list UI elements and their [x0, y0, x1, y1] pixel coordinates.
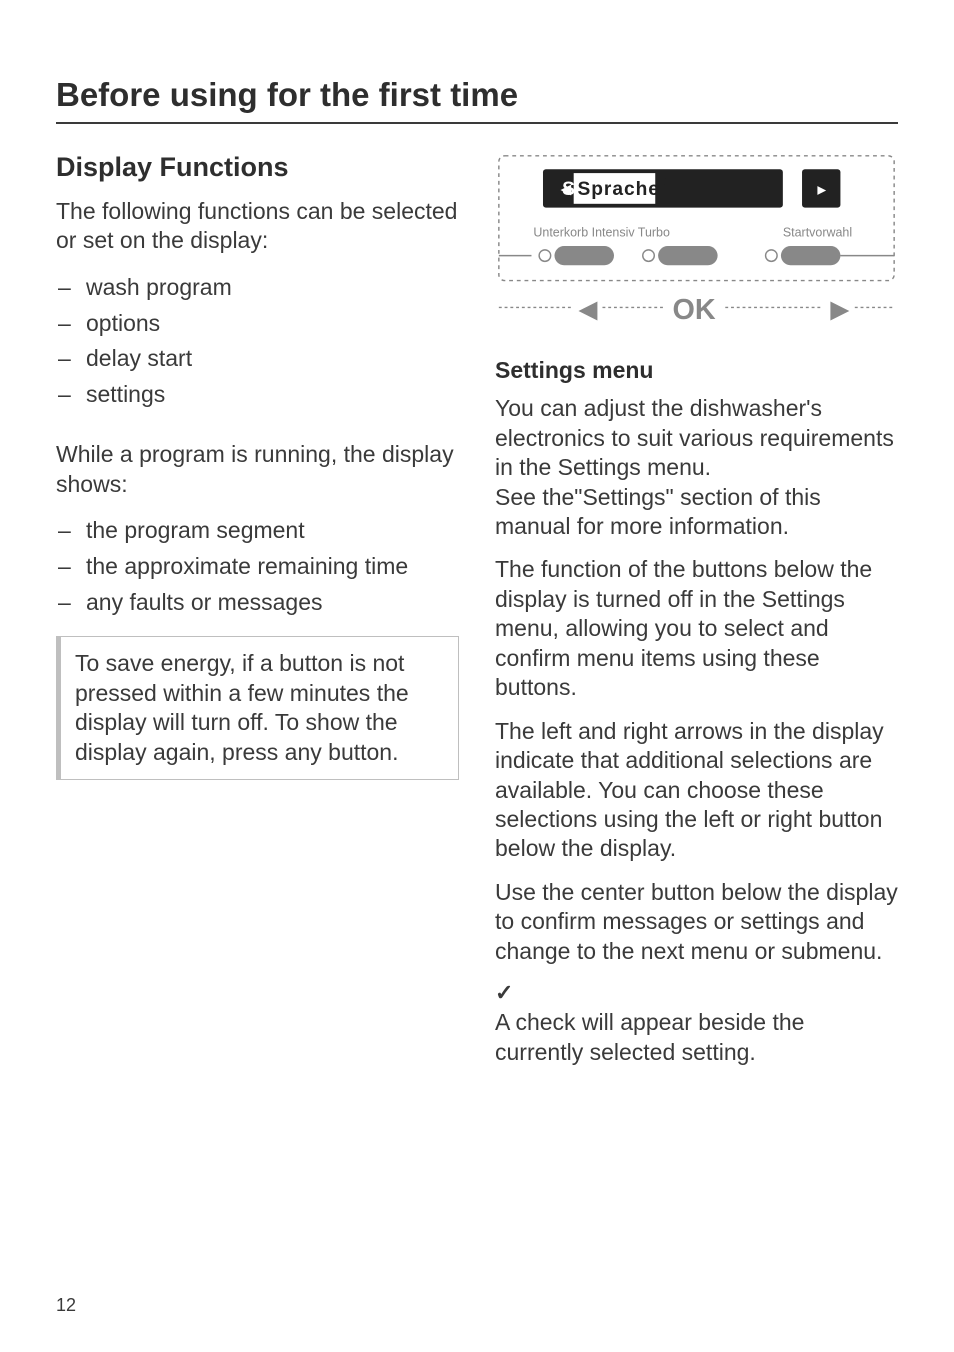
display-functions-heading: Display Functions — [56, 152, 459, 183]
page-title: Before using for the first time — [56, 76, 898, 114]
button-label-2: Startvorwahl — [783, 225, 852, 239]
running-list: the program segment the approximate rema… — [56, 513, 459, 620]
settings-para-3: The left and right arrows in the display… — [495, 717, 898, 864]
settings-para-4: Use the center button below the display … — [495, 878, 898, 966]
panel-button-left — [539, 246, 614, 265]
settings-menu-heading: Settings menu — [495, 357, 898, 384]
control-panel-illustration: ◂ S Sprache ▸ Unterkorb Intensiv Turbo S… — [495, 152, 898, 339]
list-item: the approximate remaining time — [56, 549, 459, 585]
list-item: any faults or messages — [56, 585, 459, 621]
functions-list: wash program options delay start setting… — [56, 270, 459, 413]
energy-note-box: To save energy, if a button is not press… — [56, 636, 459, 780]
settings-para-5: A check will appear beside the currently… — [495, 1008, 898, 1067]
list-item: options — [56, 306, 459, 342]
left-column: Display Functions The following function… — [56, 148, 459, 1081]
list-item: delay start — [56, 341, 459, 377]
settings-para-1: You can adjust the dishwasher's electron… — [495, 394, 898, 541]
panel-button-center — [643, 246, 718, 265]
panel-button-right — [766, 246, 841, 265]
settings-para-2: The function of the buttons below the di… — [495, 555, 898, 702]
svg-text:S: S — [562, 179, 576, 200]
list-item: settings — [56, 377, 459, 413]
energy-note-text: To save energy, if a button is not press… — [75, 649, 444, 767]
nav-right-arrow-icon: ▶ — [830, 296, 850, 322]
display-functions-intro: The following functions can be selected … — [56, 197, 459, 256]
check-icon: ✓ — [495, 980, 898, 1006]
page-number: 12 — [56, 1295, 76, 1316]
display-right-arrow-icon: ▸ — [817, 179, 826, 199]
list-item: wash program — [56, 270, 459, 306]
ok-label: OK — [673, 294, 716, 326]
button-label-1: Unterkorb Intensiv Turbo — [533, 225, 670, 239]
nav-left-arrow-icon: ◀ — [578, 296, 598, 322]
right-column: ◂ S Sprache ▸ Unterkorb Intensiv Turbo S… — [495, 148, 898, 1081]
running-intro: While a program is running, the display … — [56, 440, 459, 499]
control-panel-svg: ◂ S Sprache ▸ Unterkorb Intensiv Turbo S… — [495, 152, 898, 334]
display-text: Sprache — [578, 179, 660, 200]
title-rule — [56, 122, 898, 124]
list-item: the program segment — [56, 513, 459, 549]
